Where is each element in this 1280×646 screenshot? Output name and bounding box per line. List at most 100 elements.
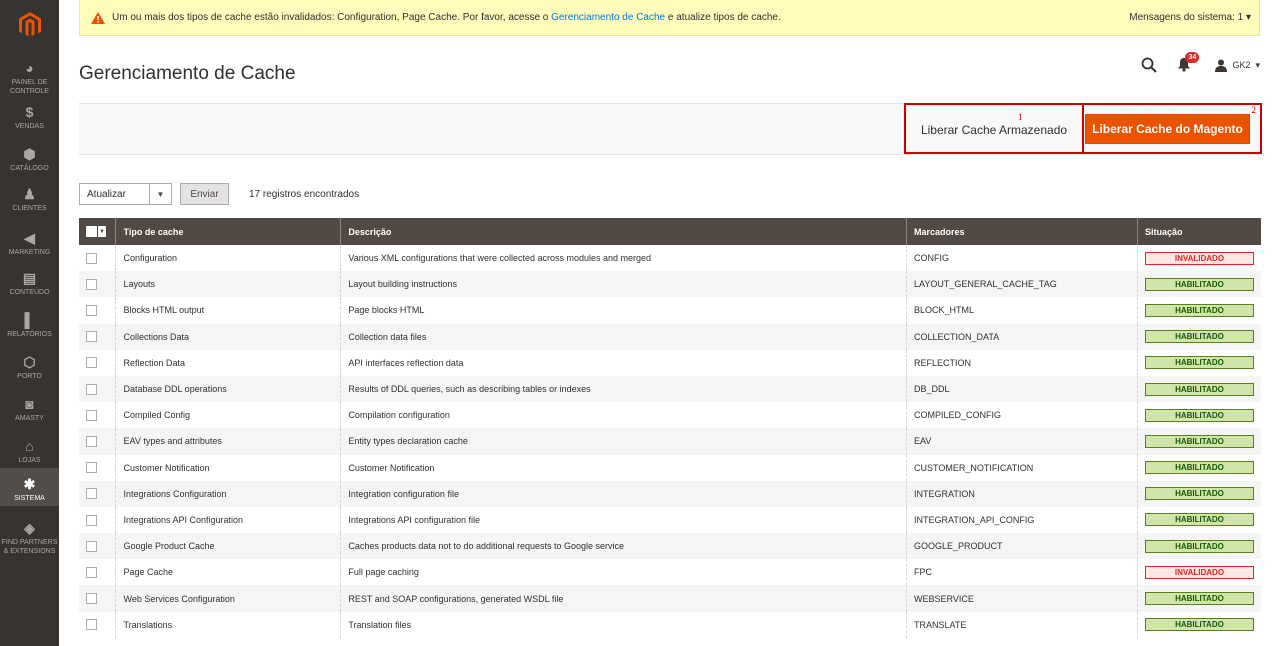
notifications-bell[interactable]: 34 [1177,52,1200,73]
magento-logo-icon [18,12,41,37]
sidebar-item-label: RELATÓRIOS [7,331,52,338]
table-row[interactable]: Translations Translation files TRANSLATE HA… [79,611,1261,638]
sidebar-item-relatorios[interactable]: ▌ RELATÓRIOS [0,312,59,339]
table-row[interactable]: Web Services Configuration REST and SOAP … [79,585,1261,612]
table-row[interactable]: EAV types and attributes Entity types dec… [79,428,1261,455]
search-icon[interactable] [1141,57,1158,73]
system-messages-toggle[interactable]: Mensagens do sistema: 1 ▾ [1129,12,1251,23]
table-row[interactable]: Integrations API Configuration Integratio… [79,506,1261,534]
table-row[interactable]: Compiled Config Compilation configuration… [79,402,1261,429]
magento-logo[interactable] [0,0,59,50]
select-all-checkbox[interactable] [86,226,97,237]
table-row[interactable]: Collections Data Collection data files COL… [79,323,1261,350]
status-badge: HABILITADO [1144,539,1254,553]
column-header-type: Tipo de cache [115,218,342,245]
cell-type: Page Cache [115,559,342,586]
table-row[interactable]: Configuration Various XML configurations … [79,245,1261,272]
cell-status: HABILITADO [1137,349,1261,376]
cell-type: Integrations API Configuration [115,506,342,534]
sidebar-item-lojas[interactable]: ⌂ LOJAS [0,438,59,465]
cell-status: HABILITADO [1137,271,1261,298]
row-checkbox[interactable] [86,593,97,605]
row-checkbox[interactable] [86,409,97,421]
table-row[interactable]: Integrations Configuration Integration co… [79,480,1261,507]
status-badge: HABILITADO [1144,277,1254,291]
sidebar-item-vendas[interactable]: $ VENDAS [0,104,59,131]
row-checkbox[interactable] [86,514,97,526]
row-select-cell [79,428,117,455]
chevron-down-icon[interactable]: ▼ [98,226,106,237]
row-checkbox[interactable] [86,462,97,474]
cell-type: Compiled Config [115,402,342,429]
table-row[interactable]: Page Cache Full page caching FPC INVALIDADO [79,559,1261,586]
cell-description: API interfaces reflection data [340,349,908,376]
warning-icon [90,11,106,25]
sidebar-item-label: SISTEMA [14,495,45,502]
cache-management-link[interactable]: Gerenciamento de Cache [551,12,665,23]
column-header-status: Situação [1137,218,1261,245]
sidebar-item-find[interactable]: ◈ FIND PARTNERS & EXTENSIONS [0,520,59,556]
cell-type: Configuration [115,245,342,272]
row-select-cell [79,454,117,481]
row-checkbox[interactable] [86,252,97,264]
cell-tags: CUSTOMER_NOTIFICATION [906,454,1138,481]
row-checkbox[interactable] [86,435,97,447]
cell-tags: EAV [906,428,1138,455]
submit-button[interactable]: Enviar [180,183,229,205]
cell-type: Collections Data [115,323,342,350]
cell-status: HABILITADO [1137,402,1261,429]
cell-status: HABILITADO [1137,585,1261,612]
flush-cache-storage-button[interactable]: 1 Liberar Cache Armazenado [904,103,1084,154]
row-checkbox[interactable] [86,305,97,317]
user-menu[interactable]: GK2 ▾ [1215,59,1260,72]
cell-description: Entity types declaration cache [340,428,908,455]
table-row[interactable]: Customer Notification Customer Notificati… [79,454,1261,481]
cell-status: HABILITADO [1137,297,1261,324]
flush-magento-cache-button[interactable]: Liberar Cache do Magento [1085,114,1250,144]
cell-type: Customer Notification [115,454,342,481]
row-checkbox[interactable] [86,488,97,500]
table-row[interactable]: Database DDL operations Results of DDL qu… [79,375,1261,403]
table-row[interactable]: Google Product Cache Caches products data… [79,533,1261,560]
header-actions: 34 GK2 ▾ [1141,52,1260,75]
row-checkbox[interactable] [86,566,97,578]
row-checkbox[interactable] [86,278,97,290]
sidebar-item-clientes[interactable]: ♟ CLIENTES [0,186,59,213]
row-checkbox[interactable] [86,331,97,343]
row-checkbox[interactable] [86,383,97,395]
status-badge: HABILITADO [1144,356,1254,370]
sidebar-item-conteudo[interactable]: ▤ CONTEÚDO [0,270,59,297]
sidebar-item-catalogo[interactable]: ⬢ CATÁLOGO [0,146,59,173]
mass-select-header[interactable]: ▼ [79,218,117,245]
row-checkbox[interactable] [86,619,97,631]
status-badge: HABILITADO [1144,434,1254,448]
cell-tags: FPC [906,559,1138,586]
person-icon: ♟ [23,185,36,202]
cell-type: Integrations Configuration [115,480,342,507]
row-checkbox[interactable] [86,540,97,552]
table-row[interactable]: Blocks HTML output Page blocks HTML BLOCK_… [79,297,1261,324]
cell-status: HABILITADO [1137,480,1261,507]
cell-tags: WEBSERVICE [906,585,1138,612]
admin-sidebar: ◕ PAINEL DE CONTROLE $ VENDAS ⬢ CATÁLOGO ♟ CLIE… [0,0,59,646]
sidebar-item-porto[interactable]: ⬡ PORTO [0,354,59,381]
status-badge: HABILITADO [1144,408,1254,422]
cell-tags: LAYOUT_GENERAL_CACHE_TAG [906,271,1138,298]
status-badge: HABILITADO [1144,618,1254,632]
row-checkbox[interactable] [86,357,97,369]
status-badge: HABILITADO [1144,513,1254,527]
cell-description: Results of DDL queries, such as describi… [340,375,908,403]
cell-status: INVALIDADO [1137,245,1261,272]
cell-status: HABILITADO [1137,323,1261,350]
sidebar-item-amasty[interactable]: ◙ AMASTY [0,396,59,423]
mass-action-select[interactable]: Atualizar ▼ [79,183,172,205]
gear-icon: ✱ [23,475,36,492]
table-row[interactable]: Reflection Data API interfaces reflection… [79,349,1261,376]
sidebar-item-painel[interactable]: ◕ PAINEL DE CONTROLE [0,60,59,96]
status-badge: INVALIDADO [1144,251,1254,265]
sidebar-item-sistema[interactable]: ✱ SISTEMA [0,468,59,506]
sidebar-item-marketing[interactable]: ◀ MARKETING [0,230,59,257]
table-row[interactable]: Layouts Layout building instructions LAYOU… [79,271,1261,298]
flush-cache-storage-label: Liberar Cache Armazenado [920,122,1068,137]
cell-status: INVALIDADO [1137,559,1261,586]
